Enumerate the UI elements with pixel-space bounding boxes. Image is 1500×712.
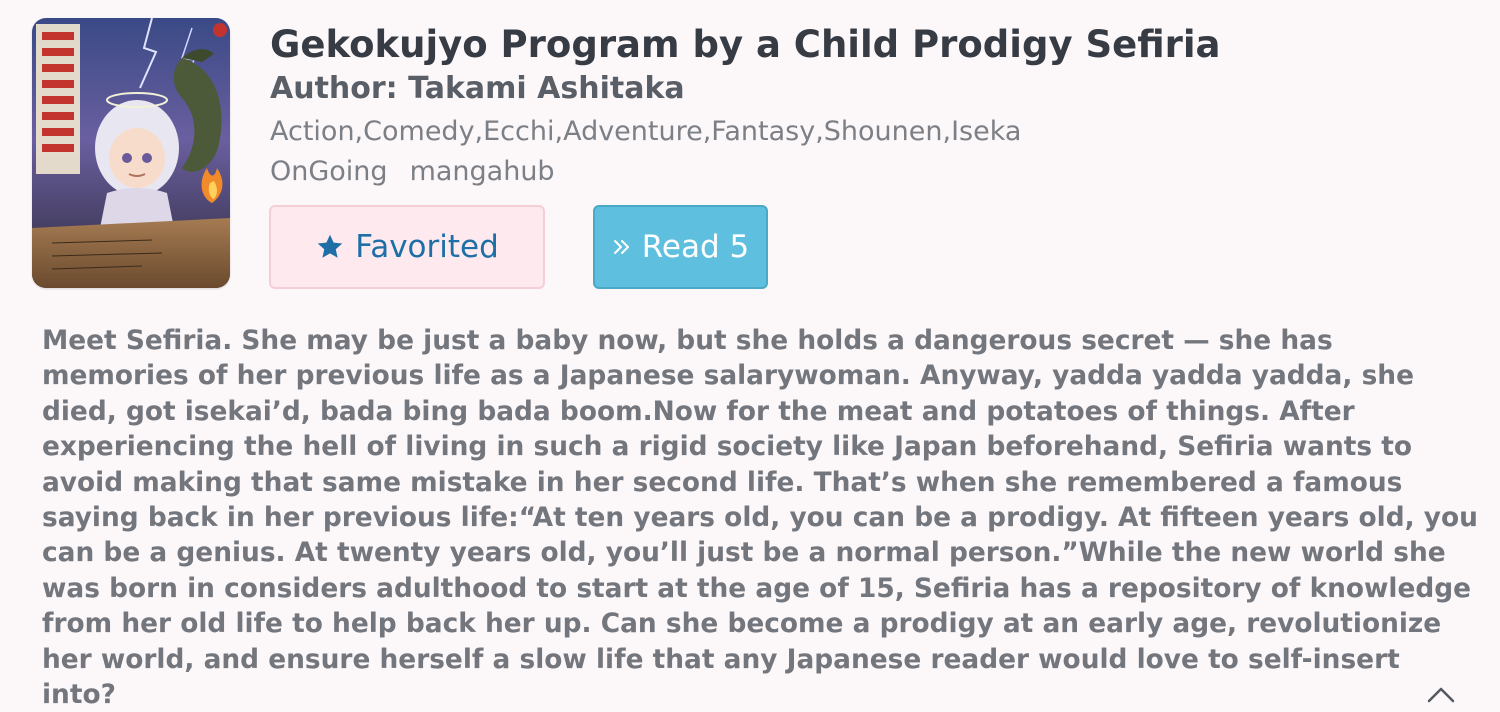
star-icon	[315, 232, 345, 262]
read-label: Read 5	[641, 229, 750, 265]
source-label: mangahub	[409, 156, 555, 187]
read-button[interactable]: Read 5	[593, 205, 768, 289]
manga-genres: Action,Comedy,Ecchi,Adventure,Fantasy,Sh…	[270, 116, 1022, 147]
manga-meta: OnGoing mangahub	[270, 154, 1480, 190]
manga-author: Author: Takami Ashitaka	[270, 71, 685, 106]
manga-cover-image[interactable]	[32, 18, 230, 288]
scroll-to-top-icon[interactable]	[1424, 684, 1458, 704]
manga-info: Gekokujyo Program by a Child Prodigy Sef…	[270, 18, 1480, 190]
favorite-label: Favorited	[355, 229, 499, 265]
double-chevron-right-icon	[612, 237, 632, 257]
favorite-button[interactable]: Favorited	[269, 205, 545, 289]
manga-description: Meet Sefiria. She may be just a baby now…	[42, 325, 1478, 711]
manga-title: Gekokujyo Program by a Child Prodigy Sef…	[270, 23, 1221, 66]
status-label: OnGoing	[270, 156, 388, 187]
